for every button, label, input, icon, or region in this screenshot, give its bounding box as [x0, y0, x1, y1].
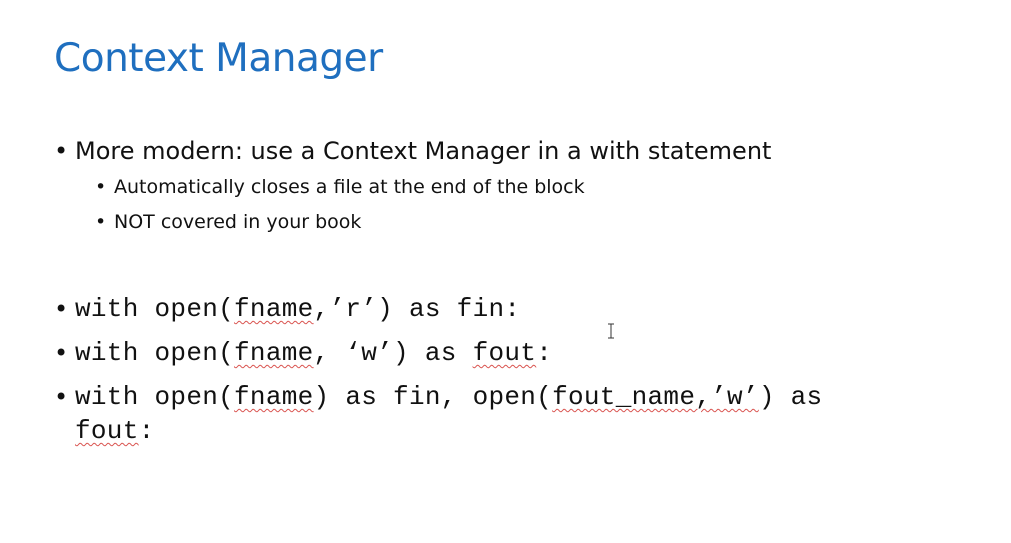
code-segment: , ‘w’) as [313, 338, 473, 368]
code-segment: with open( [75, 294, 235, 324]
code-segment: fname [234, 338, 314, 368]
bullet-dot: • [54, 137, 69, 165]
code-segment: fname [234, 294, 314, 324]
sub-bullet-text: NOT covered in your book [114, 211, 362, 233]
slide: Context Manager • More modern: use a Con… [0, 0, 1011, 543]
sub-bullet-dot: • [95, 176, 107, 198]
code-segment: fname [234, 382, 314, 412]
bullet-text: More modern: use a Context Manager in a … [75, 137, 772, 165]
code-line: with open(fname, ‘w’) as fout: [75, 338, 552, 368]
code-segment: ) as [758, 382, 823, 412]
code-segment: fout_name,’w’ [552, 382, 759, 412]
code-segment: ) as fin, open( [313, 382, 553, 412]
code-line: with open(fname,’r’) as fin: [75, 294, 520, 324]
text-cursor-icon [608, 323, 614, 339]
slide-title: Context Manager [54, 36, 383, 81]
code-segment: fout [472, 338, 537, 368]
code-line-continuation: fout: [75, 416, 155, 446]
bullet-dot: • [54, 383, 69, 411]
code-segment: with open( [75, 338, 235, 368]
code-segment: : [138, 416, 155, 446]
bullet-dot: • [54, 339, 69, 367]
code-segment: fout [75, 416, 139, 446]
code-segment: : [536, 338, 553, 368]
bullet-dot: • [54, 295, 69, 323]
sub-bullet-text: Automatically closes a file at the end o… [114, 176, 585, 198]
sub-bullet-dot: • [95, 211, 107, 233]
code-line: with open(fname) as fin, open(fout_name,… [75, 382, 822, 412]
code-segment: ,’r’) as fin: [313, 294, 521, 324]
code-segment: with open( [75, 382, 235, 412]
